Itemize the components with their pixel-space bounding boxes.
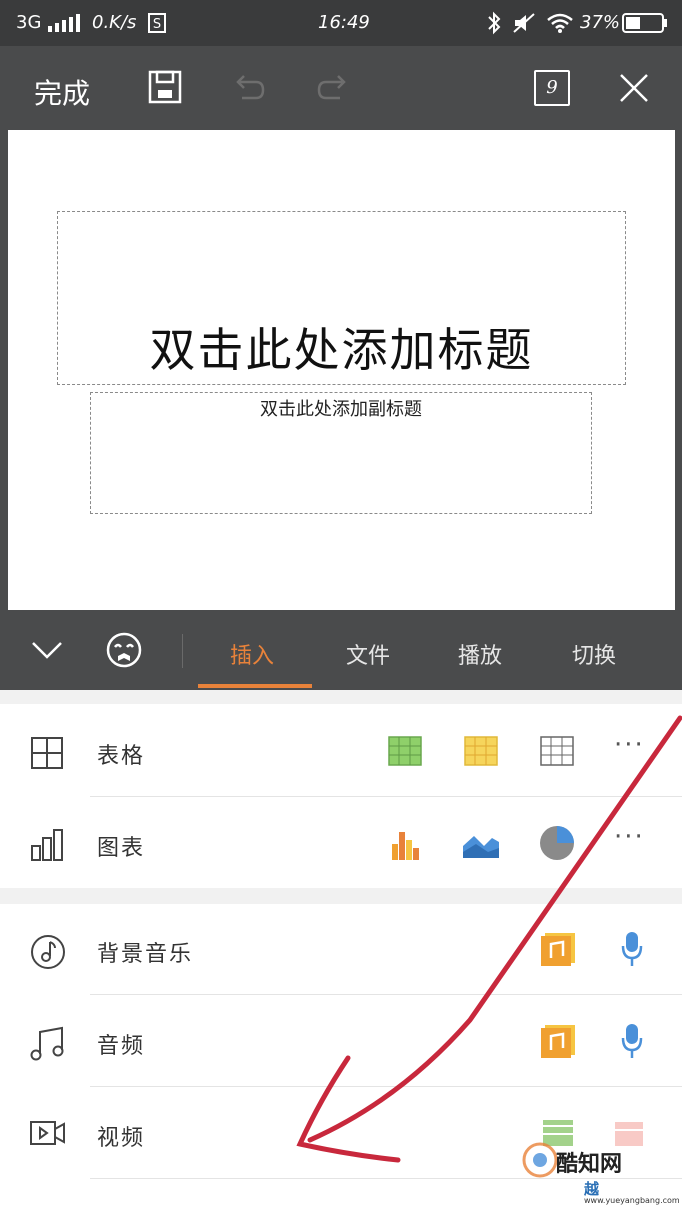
tab-transition[interactable]: 切换 (572, 638, 616, 670)
watermark-logo (520, 1140, 560, 1184)
redo-icon[interactable] (316, 72, 350, 104)
watermark-url: www.yueyangbang.com (584, 1196, 680, 1205)
tab-play[interactable]: 播放 (458, 638, 502, 670)
subtitle-placeholder[interactable]: 双击此处添加副标题 (90, 392, 592, 514)
top-toolbar: 完成 9 (0, 46, 682, 130)
close-icon[interactable] (618, 72, 650, 104)
status-bar: 3G 0.K/s S 16:49 37% (0, 0, 682, 46)
battery-icon (622, 13, 667, 33)
undo-icon[interactable] (232, 72, 266, 104)
mute-icon (513, 13, 535, 33)
tab-divider (182, 634, 183, 668)
title-placeholder-text: 双击此处添加标题 (149, 323, 534, 377)
s-badge-icon: S (148, 13, 166, 33)
network-speed: 0.K/s (92, 12, 137, 33)
network-type: 3G (16, 12, 42, 33)
clock: 16:49 (318, 12, 370, 33)
battery-percent: 37% (580, 12, 621, 33)
done-button[interactable]: 完成 (34, 72, 90, 112)
bluetooth-icon (488, 11, 501, 35)
active-tab-indicator (198, 684, 312, 688)
svg-text:S: S (153, 17, 161, 32)
subtitle-placeholder-text: 双击此处添加副标题 (260, 399, 422, 420)
title-placeholder[interactable]: 双击此处添加标题 (57, 211, 626, 385)
save-icon[interactable] (148, 70, 182, 104)
watermark-logo-icon (522, 1142, 558, 1178)
watermark-brand: 酷知网 (556, 1152, 623, 1177)
signal-icon (48, 14, 80, 32)
ribbon-tab-bar: 插入 文件 播放 切换 (0, 612, 682, 690)
page-count-button[interactable]: 9 (534, 70, 570, 106)
wifi-icon (547, 13, 573, 33)
tab-file[interactable]: 文件 (346, 638, 390, 670)
chevron-down-icon[interactable] (30, 638, 64, 662)
slide[interactable]: 双击此处添加标题 双击此处添加副标题 (8, 130, 675, 610)
slide-canvas-area: 双击此处添加标题 双击此处添加副标题 (0, 130, 682, 612)
smart-assistant-icon[interactable] (104, 630, 144, 670)
tab-insert[interactable]: 插入 (230, 638, 274, 670)
annotation-arrow (296, 715, 682, 1163)
